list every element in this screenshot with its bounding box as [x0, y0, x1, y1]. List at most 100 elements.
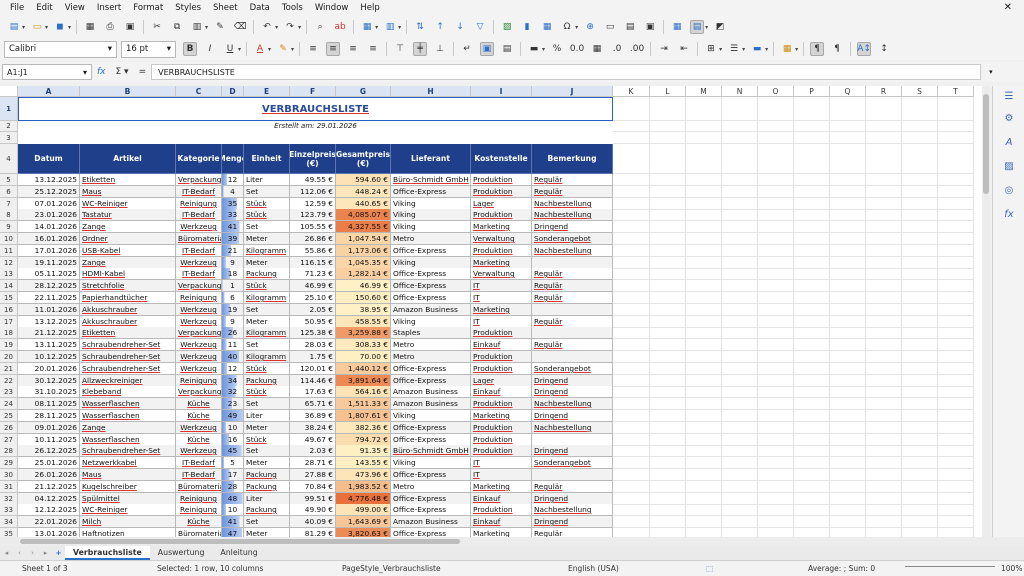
empty-cell[interactable]	[902, 292, 938, 304]
cell-r25-c6[interactable]: 36.89 €	[290, 410, 336, 422]
justify-icon[interactable]: ≡	[366, 42, 380, 56]
cell-r18-c10[interactable]	[532, 327, 613, 339]
empty-cell[interactable]	[866, 351, 902, 363]
empty-cell[interactable]	[613, 221, 650, 233]
cell-r24-c3[interactable]: Küche	[176, 398, 222, 410]
empty-cell[interactable]	[902, 481, 938, 493]
horizontal-scroll-thumb[interactable]	[20, 539, 460, 544]
empty-cell[interactable]	[722, 445, 758, 457]
empty-cell[interactable]	[794, 209, 830, 221]
gallery-icon[interactable]: ▨	[1002, 160, 1016, 174]
cell-r29-c7[interactable]: 143.55 €	[336, 457, 391, 469]
border-color-dropdown-icon[interactable]: ▾	[765, 46, 768, 53]
empty-cell[interactable]	[758, 339, 794, 351]
empty-cell[interactable]	[902, 186, 938, 198]
cell-r13-c2[interactable]: HDMI-Kabel	[80, 268, 176, 280]
cell-r23-c10[interactable]: Dringend	[532, 386, 613, 398]
cell-r16-c2[interactable]: Akkuschrauber	[80, 304, 176, 316]
menu-file[interactable]: File	[4, 0, 30, 16]
cell-r13-c9[interactable]: Verwaltung	[471, 268, 532, 280]
cell-r26-c7[interactable]: 382.36 €	[336, 422, 391, 434]
cell-r30-c3[interactable]: IT-Bedarf	[176, 469, 222, 481]
empty-cell[interactable]	[794, 363, 830, 375]
navigator-icon[interactable]: ◎	[1002, 184, 1016, 198]
empty-cell[interactable]	[830, 363, 866, 375]
cell-r8-c4[interactable]: 33	[222, 209, 244, 221]
selection-mode-icon[interactable]: ⬚	[706, 564, 713, 573]
cell-r24-c9[interactable]: Produktion	[471, 398, 532, 410]
empty-cell[interactable]	[686, 339, 722, 351]
empty-cell[interactable]	[722, 144, 758, 174]
cell-r33-c9[interactable]: Produktion	[471, 504, 532, 516]
empty-cell[interactable]	[613, 233, 650, 245]
column-heading-9[interactable]: Kostenstelle	[471, 144, 532, 174]
empty-cell[interactable]	[686, 245, 722, 257]
cell-r11-c6[interactable]: 55.86 €	[290, 245, 336, 257]
empty-cell[interactable]	[794, 292, 830, 304]
cell-r30-c1[interactable]: 26.01.2026	[18, 469, 80, 481]
empty-cell[interactable]	[650, 528, 686, 537]
cell-r26-c4[interactable]: 10	[222, 422, 244, 434]
column-heading-2[interactable]: Artikel	[80, 144, 176, 174]
cell-r9-c4[interactable]: 41	[222, 221, 244, 233]
cell-r23-c1[interactable]: 31.10.2025	[18, 386, 80, 398]
cell-r13-c6[interactable]: 71.23 €	[290, 268, 336, 280]
empty-cell[interactable]	[686, 221, 722, 233]
menu-format[interactable]: Format	[127, 0, 169, 16]
empty-cell[interactable]	[902, 422, 938, 434]
cell-r30-c9[interactable]: IT	[471, 469, 532, 481]
column-heading-3[interactable]: Kategorie	[176, 144, 222, 174]
cell-r31-c7[interactable]: 1,983.52 €	[336, 481, 391, 493]
empty-cell[interactable]	[722, 528, 758, 537]
cell-r15-c10[interactable]: Regulär	[532, 292, 613, 304]
row-header-26[interactable]: 26	[0, 422, 18, 434]
empty-cell[interactable]	[686, 121, 722, 132]
cell-r18-c1[interactable]: 21.12.2025	[18, 327, 80, 339]
row-dropdown-icon[interactable]: ▾	[375, 24, 378, 31]
row-header-24[interactable]: 24	[0, 398, 18, 410]
row-header-33[interactable]: 33	[0, 504, 18, 516]
cell-r11-c7[interactable]: 1,173.06 €	[336, 245, 391, 257]
empty-cell[interactable]	[650, 386, 686, 398]
align-center-icon[interactable]: ≡	[326, 42, 341, 56]
cell-r5-c5[interactable]: Liter	[244, 174, 290, 186]
cell-r19-c9[interactable]: Einkauf	[471, 339, 532, 351]
cell-r35-c4[interactable]: 47	[222, 528, 244, 537]
cell-r19-c5[interactable]: Set	[244, 339, 290, 351]
cell-r34-c1[interactable]: 22.01.2026	[18, 516, 80, 528]
cell-r13-c4[interactable]: 18	[222, 268, 244, 280]
cell-r11-c4[interactable]: 21	[222, 245, 244, 257]
column-header-i[interactable]: I	[471, 86, 532, 97]
comment-icon[interactable]: ▭	[603, 20, 617, 34]
empty-cell[interactable]	[686, 327, 722, 339]
previous-sheet-icon[interactable]: ‹	[13, 549, 26, 557]
empty-cell[interactable]	[686, 481, 722, 493]
row-header-10[interactable]: 10	[0, 233, 18, 245]
cell-r30-c5[interactable]: Packung	[244, 469, 290, 481]
empty-cell[interactable]	[794, 504, 830, 516]
cell-r33-c3[interactable]: Reinigung	[176, 504, 222, 516]
insert-chart-icon[interactable]: ▮	[520, 20, 534, 34]
empty-cell[interactable]	[613, 121, 650, 132]
cell-r19-c4[interactable]: 11	[222, 339, 244, 351]
empty-cell[interactable]	[902, 339, 938, 351]
empty-cell[interactable]	[938, 209, 974, 221]
cell-r21-c7[interactable]: 1,440.12 €	[336, 363, 391, 375]
cell-r33-c4[interactable]: 10	[222, 504, 244, 516]
empty-cell[interactable]	[650, 504, 686, 516]
empty-cell[interactable]	[902, 221, 938, 233]
cell-r9-c9[interactable]: Marketing	[471, 221, 532, 233]
empty-cell[interactable]	[866, 292, 902, 304]
cell-r29-c2[interactable]: Netzwerkkabel	[80, 457, 176, 469]
show-draw-functions-icon[interactable]: ◩	[713, 20, 727, 34]
cell-r24-c10[interactable]: Nachbestellung	[532, 398, 613, 410]
empty-cell[interactable]	[938, 351, 974, 363]
cell-r15-c9[interactable]: IT	[471, 292, 532, 304]
empty-cell[interactable]	[938, 457, 974, 469]
empty-cell[interactable]	[686, 445, 722, 457]
autofilter-icon[interactable]: ▽	[473, 20, 487, 34]
empty-cell[interactable]	[650, 233, 686, 245]
empty-cell[interactable]	[758, 410, 794, 422]
cell-r10-c3[interactable]: Büromaterial	[176, 233, 222, 245]
empty-cell[interactable]	[902, 410, 938, 422]
